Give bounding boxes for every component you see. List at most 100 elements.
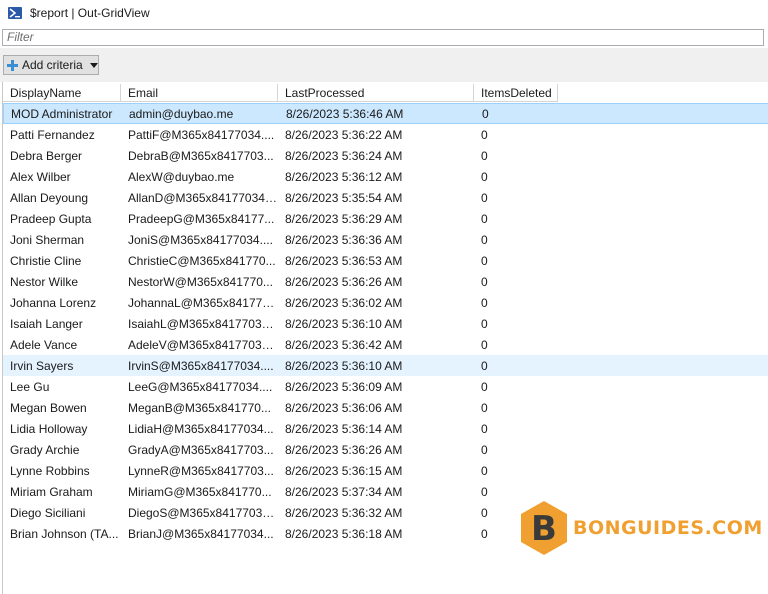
cell-displayname: Patti Fernandez (10, 127, 95, 142)
cell-email: LynneR@M365x8417703... (128, 463, 274, 478)
cell-itemsdeleted: 0 (481, 253, 488, 268)
cell-itemsdeleted: 0 (482, 106, 489, 121)
svg-text:B: B (531, 509, 557, 549)
add-criteria-button[interactable]: Add criteria (3, 55, 99, 75)
cell-lastprocessed: 8/26/2023 5:36:22 AM (285, 127, 403, 142)
table-row[interactable]: Isaiah Langer IsaiahL@M365x84177034... 8/2… (3, 313, 768, 334)
cell-itemsdeleted: 0 (481, 400, 488, 415)
table-row[interactable]: Pradeep Gupta PradeepG@M365x84177... 8/26/… (3, 208, 768, 229)
column-header-displayname[interactable]: DisplayName (3, 84, 121, 102)
chevron-down-icon (89, 62, 98, 68)
add-criteria-label: Add criteria (22, 58, 83, 72)
powershell-icon (8, 7, 22, 19)
cell-lastprocessed: 8/26/2023 5:36:02 AM (285, 295, 403, 310)
column-header-email[interactable]: Email (121, 84, 278, 102)
cell-email: DiegoS@M365x84177034... (128, 505, 278, 520)
cell-email: JoniS@M365x84177034.... (128, 232, 273, 247)
table-row[interactable]: Megan Bowen MeganB@M365x841770... 8/26/202… (3, 397, 768, 418)
bonguides-watermark: B BONGUIDES.COM (519, 500, 763, 556)
cell-displayname: Christie Cline (10, 253, 82, 268)
cell-lastprocessed: 8/26/2023 5:36:29 AM (285, 211, 403, 226)
cell-lastprocessed: 8/26/2023 5:36:18 AM (285, 526, 403, 541)
cell-displayname: Miriam Graham (10, 484, 93, 499)
cell-email: BrianJ@M365x84177034... (128, 526, 274, 541)
table-row[interactable]: Debra Berger DebraB@M365x8417703... 8/26/2… (3, 145, 768, 166)
cell-email: LidiaH@M365x84177034... (128, 421, 274, 436)
cell-itemsdeleted: 0 (481, 337, 488, 352)
cell-email: PattiF@M365x84177034.... (128, 127, 275, 142)
window-title: $report | Out-GridView (30, 6, 150, 20)
watermark-text: BONGUIDES.COM (573, 517, 763, 539)
cell-displayname: Allan Deyoung (10, 190, 89, 205)
table-row[interactable]: Lidia Holloway LidiaH@M365x84177034... 8/2… (3, 418, 768, 439)
cell-itemsdeleted: 0 (481, 211, 488, 226)
table-row[interactable]: Christie Cline ChristieC@M365x841770... 8/… (3, 250, 768, 271)
table-row[interactable]: Allan Deyoung AllanD@M365x84177034.... 8/2… (3, 187, 768, 208)
cell-displayname: Lidia Holloway (10, 421, 88, 436)
cell-email: IrvinS@M365x84177034.... (128, 358, 274, 373)
cell-displayname: Megan Bowen (10, 400, 87, 415)
cell-itemsdeleted: 0 (481, 463, 488, 478)
cell-displayname: Alex Wilber (10, 169, 71, 184)
cell-itemsdeleted: 0 (481, 232, 488, 247)
table-row[interactable]: Adele Vance AdeleV@M365x84177034... 8/26/2… (3, 334, 768, 355)
cell-email: AlexW@duybao.me (128, 169, 235, 184)
cell-email: MiriamG@M365x841770... (128, 484, 272, 499)
cell-itemsdeleted: 0 (481, 148, 488, 163)
toolbar: Add criteria (0, 48, 768, 82)
column-header-lastprocessed[interactable]: LastProcessed (278, 84, 474, 102)
cell-displayname: Diego Siciliani (10, 505, 86, 520)
table-row[interactable]: Irvin Sayers IrvinS@M365x84177034.... 8/26… (3, 355, 768, 376)
table-row[interactable]: Miriam Graham MiriamG@M365x841770... 8/26/… (3, 481, 768, 502)
cell-lastprocessed: 8/26/2023 5:36:14 AM (285, 421, 403, 436)
table-row[interactable]: Johanna Lorenz JohannaL@M365x841770... 8/2… (3, 292, 768, 313)
cell-lastprocessed: 8/26/2023 5:36:12 AM (285, 169, 403, 184)
cell-lastprocessed: 8/26/2023 5:36:09 AM (285, 379, 403, 394)
plus-icon (7, 59, 18, 71)
cell-itemsdeleted: 0 (481, 295, 488, 310)
cell-itemsdeleted: 0 (481, 190, 488, 205)
grid-rows: MOD Administrator admin@duybao.me 8/26/202… (3, 103, 768, 544)
cell-email: AllanD@M365x84177034.... (128, 190, 278, 205)
table-row[interactable]: Patti Fernandez PattiF@M365x84177034.... 8… (3, 124, 768, 145)
cell-displayname: Grady Archie (10, 442, 80, 457)
grid-header: DisplayName Email LastProcessed ItemsDel… (3, 84, 768, 102)
table-row[interactable]: Lynne Robbins LynneR@M365x8417703... 8/26/… (3, 460, 768, 481)
cell-lastprocessed: 8/26/2023 5:36:24 AM (285, 148, 403, 163)
cell-displayname: Lee Gu (10, 379, 50, 394)
cell-lastprocessed: 8/26/2023 5:36:10 AM (285, 358, 403, 373)
cell-lastprocessed: 8/26/2023 5:36:26 AM (285, 442, 403, 457)
table-row[interactable]: Alex Wilber AlexW@duybao.me 8/26/2023 5:36… (3, 166, 768, 187)
cell-email: ChristieC@M365x841770... (128, 253, 276, 268)
cell-lastprocessed: 8/26/2023 5:36:10 AM (285, 316, 403, 331)
cell-email: PradeepG@M365x84177... (128, 211, 275, 226)
cell-displayname: Joni Sherman (10, 232, 85, 247)
hexagon-logo-icon: B (521, 501, 567, 555)
cell-email: DebraB@M365x8417703... (128, 148, 274, 163)
table-row[interactable]: Lee Gu LeeG@M365x84177034.... 8/26/2023 5:… (3, 376, 768, 397)
cell-email: AdeleV@M365x84177034... (128, 337, 278, 352)
cell-lastprocessed: 8/26/2023 5:36:06 AM (285, 400, 403, 415)
filter-input[interactable]: Filter (2, 29, 764, 46)
cell-email: MeganB@M365x841770... (128, 400, 271, 415)
cell-lastprocessed: 8/26/2023 5:36:15 AM (285, 463, 403, 478)
cell-displayname: Nestor Wilke (10, 274, 79, 289)
cell-email: IsaiahL@M365x84177034... (128, 316, 278, 331)
cell-itemsdeleted: 0 (481, 274, 488, 289)
cell-lastprocessed: 8/26/2023 5:36:53 AM (285, 253, 403, 268)
cell-itemsdeleted: 0 (481, 316, 488, 331)
cell-displayname: Irvin Sayers (10, 358, 74, 373)
table-row[interactable]: Nestor Wilke NestorW@M365x841770... 8/26/2… (3, 271, 768, 292)
cell-itemsdeleted: 0 (481, 442, 488, 457)
column-header-itemsdeleted[interactable]: ItemsDeleted (474, 84, 558, 102)
table-row[interactable]: MOD Administrator admin@duybao.me 8/26/202… (3, 103, 768, 124)
cell-lastprocessed: 8/26/2023 5:36:36 AM (285, 232, 403, 247)
table-row[interactable]: Joni Sherman JoniS@M365x84177034.... 8/26/… (3, 229, 768, 250)
cell-lastprocessed: 8/26/2023 5:35:54 AM (285, 190, 403, 205)
cell-email: NestorW@M365x841770... (128, 274, 273, 289)
cell-displayname: Pradeep Gupta (10, 211, 92, 226)
cell-displayname: Isaiah Langer (10, 316, 83, 331)
cell-displayname: MOD Administrator (11, 106, 113, 121)
table-row[interactable]: Grady Archie GradyA@M365x8417703... 8/26/2… (3, 439, 768, 460)
cell-lastprocessed: 8/26/2023 5:36:32 AM (285, 505, 403, 520)
